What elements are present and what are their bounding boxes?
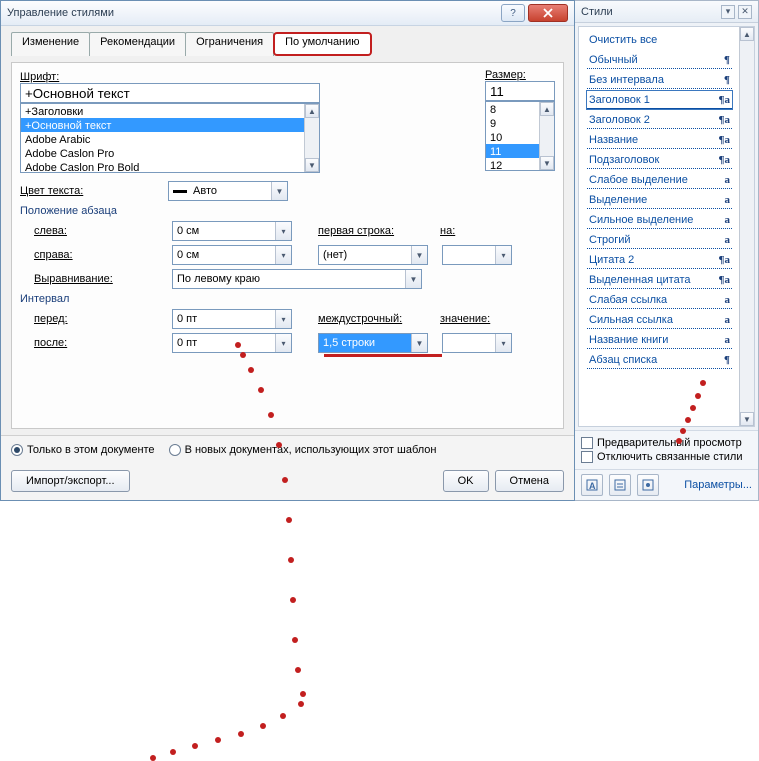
left-label: слева: [34, 225, 164, 237]
tab-defaults[interactable]: По умолчанию [273, 32, 371, 56]
style-item[interactable]: Сильное выделениеa [587, 211, 732, 229]
style-item[interactable]: Заголовок 2¶a [587, 111, 732, 129]
chevron-down-icon: ▼ [411, 334, 427, 352]
new-style-icon[interactable]: A [581, 474, 603, 496]
dialog-titlebar: Управление стилями ? [1, 1, 574, 26]
style-item[interactable]: Подзаголовок¶a [587, 151, 732, 169]
font-listbox[interactable]: +Заголовки +Основной текст Adobe Arabic … [20, 103, 320, 173]
size-input[interactable] [485, 81, 555, 101]
annotation-underline [324, 354, 442, 357]
close-button[interactable] [528, 4, 568, 22]
list-item[interactable]: Adobe Arabic [21, 132, 319, 146]
scroll-up-icon[interactable]: ▲ [740, 27, 754, 41]
import-export-button[interactable]: Импорт/экспорт... [11, 470, 130, 492]
manage-styles-icon[interactable] [637, 474, 659, 496]
by-spinner[interactable]: ▾ [442, 245, 512, 265]
styles-list[interactable]: Очистить все Обычный¶ Без интервала¶ Заголо… [578, 26, 755, 427]
size-label: Размер: [485, 69, 526, 81]
list-item[interactable]: Adobe Caslon Pro Bold [21, 160, 319, 173]
line-label: междустрочный: [318, 313, 432, 325]
style-inspector-icon[interactable] [609, 474, 631, 496]
list-item[interactable]: +Заголовки [21, 104, 319, 118]
panel-header: Стили ▾ ✕ [575, 1, 758, 23]
size-listbox[interactable]: 8 9 10 11 12 ▲ ▼ [485, 101, 555, 171]
right-label: справа: [34, 249, 164, 261]
tab-edit[interactable]: Изменение [11, 32, 90, 56]
align-label: Выравнивание: [34, 273, 164, 285]
list-item[interactable]: +Основной текст [21, 118, 319, 132]
align-combo[interactable]: По левому краю▼ [172, 269, 422, 289]
style-item[interactable]: Строгийa [587, 231, 732, 249]
scope-template-radio[interactable]: В новых документах, использующих этот ша… [169, 444, 437, 456]
manage-styles-dialog: Управление стилями ? Изменение Рекоменда… [0, 0, 575, 501]
textcolor-label: Цвет текста: [20, 185, 160, 197]
at-spinner[interactable]: ▾ [442, 333, 512, 353]
style-item[interactable]: Слабое выделениеa [587, 171, 732, 189]
chevron-down-icon: ▼ [405, 270, 421, 288]
preview-checkbox[interactable]: Предварительный просмотр [581, 437, 752, 449]
scope-this-radio[interactable]: Только в этом документе [11, 444, 155, 456]
dialog-footer: Только в этом документе В новых документ… [1, 435, 574, 464]
scroll-down-icon[interactable]: ▼ [540, 156, 554, 170]
style-item[interactable]: Обычный¶ [587, 51, 732, 69]
firstline-combo[interactable]: (нет)▼ [318, 245, 428, 265]
after-spinner[interactable]: 0 пт▾ [172, 333, 292, 353]
ok-button[interactable]: OK [443, 470, 489, 492]
scrollbar[interactable]: ▲ ▼ [539, 102, 554, 170]
after-label: после: [34, 337, 164, 349]
linespacing-combo[interactable]: 1,5 строки▼ [318, 333, 428, 353]
cancel-button[interactable]: Отмена [495, 470, 564, 492]
scrollbar[interactable]: ▲ ▼ [739, 27, 754, 426]
chevron-down-icon[interactable]: ▼ [271, 182, 287, 200]
styles-panel: Стили ▾ ✕ Очистить все Обычный¶ Без интерв… [575, 0, 759, 501]
style-item[interactable]: Сильная ссылкаa [587, 311, 732, 329]
style-item[interactable]: Слабая ссылкаa [587, 291, 732, 309]
style-item[interactable]: Заголовок 1¶a [587, 91, 732, 109]
parapos-legend: Положение абзаца [20, 205, 555, 217]
style-item[interactable]: Без интервала¶ [587, 71, 732, 89]
panel-close-icon[interactable]: ✕ [738, 5, 752, 19]
chevron-down-icon: ▼ [411, 246, 427, 264]
dialog-title: Управление стилями [7, 7, 498, 19]
panel-dropdown-icon[interactable]: ▾ [721, 5, 735, 19]
list-item[interactable]: Adobe Caslon Pro [21, 146, 319, 160]
disable-linked-checkbox[interactable]: Отключить связанные стили [581, 451, 752, 463]
dialog-tabs: Изменение Рекомендации Ограничения По ум… [11, 32, 564, 56]
scroll-up-icon[interactable]: ▲ [305, 104, 319, 118]
style-item[interactable]: Название книгиa [587, 331, 732, 349]
at-label: значение: [440, 313, 510, 325]
tab-restrict[interactable]: Ограничения [185, 32, 274, 56]
help-button[interactable]: ? [501, 4, 525, 22]
by-label: на: [440, 225, 490, 237]
svg-text:A: A [589, 481, 596, 491]
right-spinner[interactable]: 0 см▾ [172, 245, 292, 265]
style-item[interactable]: Цитата 2¶a [587, 251, 732, 269]
scroll-up-icon[interactable]: ▲ [540, 102, 554, 116]
style-item[interactable]: Выделенная цитата¶a [587, 271, 732, 289]
scrollbar[interactable]: ▲ ▼ [304, 104, 319, 172]
before-label: перед: [34, 313, 164, 325]
panel-footer: A Параметры... [575, 469, 758, 500]
before-spinner[interactable]: 0 пт▾ [172, 309, 292, 329]
options-link[interactable]: Параметры... [684, 479, 752, 491]
defaults-pane: Шрифт: +Заголовки +Основной текст Adobe … [11, 62, 564, 429]
panel-title: Стили [581, 6, 718, 18]
style-item[interactable]: Абзац списка¶ [587, 351, 732, 369]
firstline-label: первая строка: [318, 225, 432, 237]
interval-legend: Интервал [20, 293, 555, 305]
scroll-down-icon[interactable]: ▼ [305, 158, 319, 172]
style-item[interactable]: Выделениеa [587, 191, 732, 209]
font-input[interactable] [20, 83, 320, 103]
style-item[interactable]: Очистить все [587, 31, 732, 49]
scroll-down-icon[interactable]: ▼ [740, 412, 754, 426]
font-label: Шрифт: [20, 71, 59, 83]
tab-recommend[interactable]: Рекомендации [89, 32, 186, 56]
left-spinner[interactable]: 0 см▾ [172, 221, 292, 241]
textcolor-combo[interactable]: Авто ▼ [168, 181, 288, 201]
style-item[interactable]: Название¶a [587, 131, 732, 149]
